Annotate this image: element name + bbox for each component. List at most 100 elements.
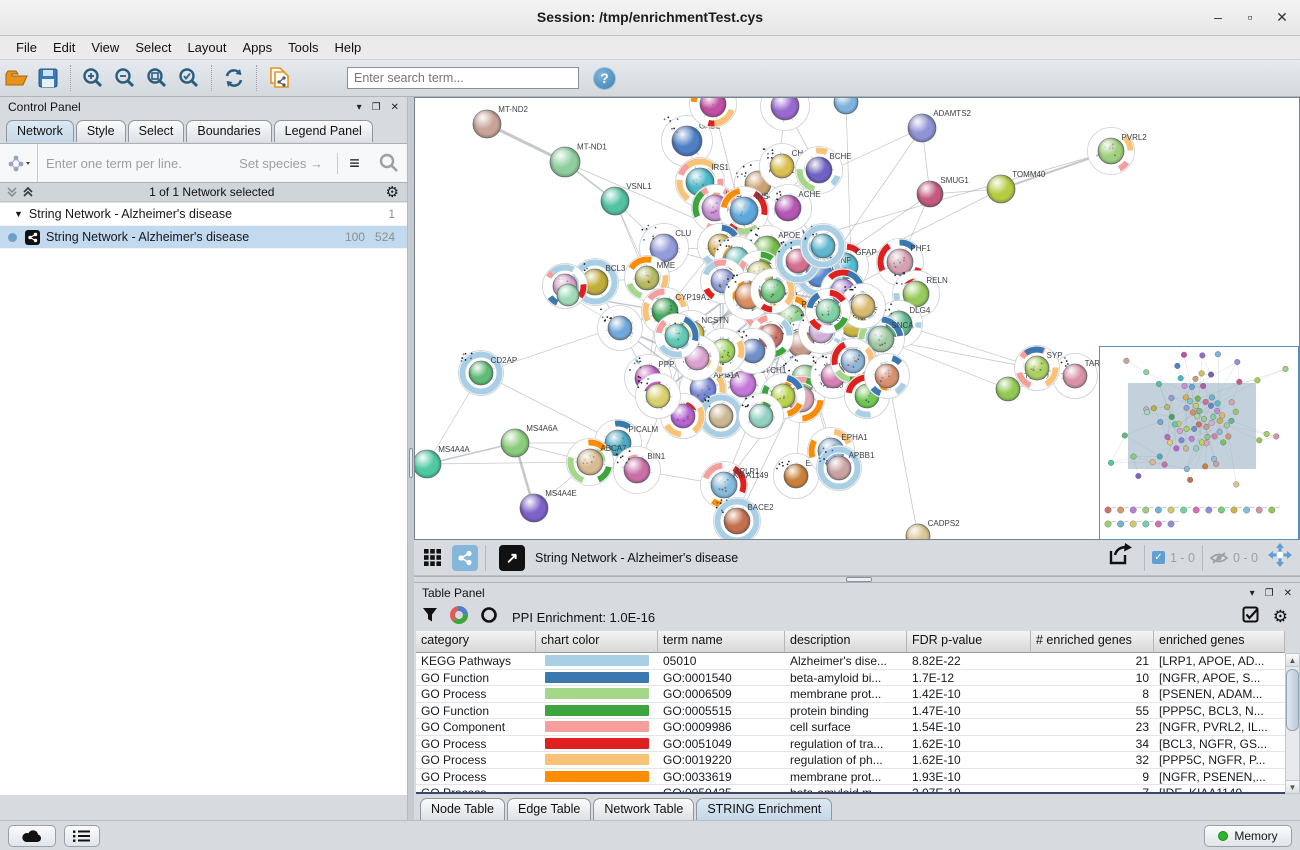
string-query-input[interactable]: Enter one term per line. Set species → <box>38 156 337 171</box>
expand-all-icon[interactable] <box>22 186 38 198</box>
network-node[interactable] <box>834 98 858 114</box>
draw-charts-button[interactable] <box>450 606 468 629</box>
task-history-button[interactable] <box>64 825 100 847</box>
network-node[interactable] <box>801 224 846 269</box>
tab-node-table[interactable]: Node Table <box>420 798 505 820</box>
minimap-viewport[interactable] <box>1128 383 1256 469</box>
horizontal-splitter-handle[interactable] <box>846 577 872 582</box>
filter-button[interactable] <box>422 607 438 628</box>
tab-legend-panel[interactable]: Legend Panel <box>274 120 373 142</box>
column-header[interactable]: term name <box>658 631 785 653</box>
table-row[interactable]: GO FunctionGO:0005515protein binding1.47… <box>416 703 1285 720</box>
save-session-button[interactable] <box>32 63 64 93</box>
select-all-button[interactable] <box>1242 606 1259 628</box>
network-node-tomm40[interactable]: TOMM40 <box>987 170 1046 203</box>
panel-float-icon[interactable]: ❐ <box>1265 588 1274 599</box>
network-row-selected[interactable]: String Network - Alzheimer's disease 100… <box>0 226 407 249</box>
panel-menu-icon[interactable]: ▾ <box>357 102 362 113</box>
refresh-button[interactable] <box>218 63 250 93</box>
help-button[interactable]: ? <box>593 67 616 90</box>
scroll-up-icon[interactable]: ▲ <box>1286 654 1299 667</box>
open-session-button[interactable] <box>0 63 32 93</box>
column-header[interactable]: description <box>785 631 907 653</box>
column-header[interactable]: FDR p-value <box>907 631 1031 653</box>
zoom-fit-button[interactable] <box>141 63 173 93</box>
column-header[interactable]: chart color <box>536 631 658 653</box>
string-search-button[interactable] <box>371 153 407 173</box>
network-options-gear-icon[interactable]: ⚙ <box>386 183 399 201</box>
scroll-down-icon[interactable]: ▼ <box>1286 780 1299 793</box>
menu-edit[interactable]: Edit <box>45 38 83 57</box>
grid-view-button[interactable] <box>420 545 446 571</box>
table-row[interactable]: GO ProcessGO:0006509membrane prot...1.42… <box>416 686 1285 703</box>
navigator-toggle-button[interactable] <box>1268 543 1292 572</box>
network-node-ache[interactable]: ACHE <box>765 185 821 232</box>
network-node-ms4a4a[interactable]: MS4A4A <box>415 445 470 478</box>
network-node[interactable] <box>701 329 746 374</box>
table-row[interactable]: GO ProcessGO:0050435beta-amyloid m...2.0… <box>416 785 1285 794</box>
table-row[interactable]: KEGG Pathways05010Alzheimer's dise...8.8… <box>416 653 1285 670</box>
network-collection-row[interactable]: ▼ String Network - Alzheimer's disease 1 <box>0 203 407 226</box>
network-node-vsnl1[interactable]: VSNL1 <box>601 182 652 215</box>
network-node[interactable] <box>557 284 579 306</box>
tab-edge-table[interactable]: Edge Table <box>507 798 591 820</box>
panel-float-icon[interactable]: ❐ <box>372 102 381 113</box>
panel-close-icon[interactable]: ✕ <box>1284 588 1292 599</box>
table-row[interactable]: GO ComponentGO:0009986cell surface1.54E-… <box>416 719 1285 736</box>
tree-expander-icon[interactable]: ▼ <box>14 209 23 219</box>
menu-select[interactable]: Select <box>127 38 179 57</box>
string-options-button[interactable]: ≡ <box>337 153 371 174</box>
network-share-button[interactable] <box>452 545 478 571</box>
network-node[interactable] <box>739 394 784 439</box>
clone-network-button[interactable] <box>263 63 295 93</box>
zoom-in-button[interactable] <box>77 63 109 93</box>
tab-select[interactable]: Select <box>128 120 185 142</box>
tab-network[interactable]: Network <box>6 120 74 142</box>
enrichment-settings-gear-icon[interactable]: ⚙ <box>1273 607 1288 627</box>
table-row[interactable]: GO ProcessGO:0033619membrane prot...1.93… <box>416 769 1285 786</box>
network-node[interactable] <box>636 374 681 419</box>
network-node[interactable] <box>761 98 810 131</box>
reset-charts-button[interactable] <box>480 606 498 629</box>
network-node-pvrl2[interactable]: PVRL2 <box>1088 128 1148 175</box>
network-node-adamts2[interactable]: ADAMTS2 <box>908 109 972 142</box>
column-header[interactable]: # enriched genes <box>1031 631 1154 653</box>
memory-button[interactable]: Memory <box>1204 825 1292 847</box>
vertical-splitter-handle[interactable] <box>409 448 413 478</box>
menu-layout[interactable]: Layout <box>179 38 234 57</box>
tab-boundaries[interactable]: Boundaries <box>186 120 271 142</box>
tab-string-enrichment[interactable]: STRING Enrichment <box>696 798 832 820</box>
menu-tools[interactable]: Tools <box>280 38 326 57</box>
network-node[interactable] <box>655 314 700 359</box>
string-source-selector[interactable] <box>0 144 38 182</box>
close-button[interactable]: ✕ <box>1272 9 1292 26</box>
network-node[interactable] <box>865 354 910 399</box>
table-row[interactable]: GO ProcessGO:0019220regulation of ph...1… <box>416 752 1285 769</box>
menu-help[interactable]: Help <box>327 38 370 57</box>
network-node[interactable] <box>806 289 851 334</box>
network-node-mt-nd2[interactable]: MT-ND2 <box>473 105 529 138</box>
table-row[interactable]: GO ProcessGO:0051049regulation of tra...… <box>416 736 1285 753</box>
birds-eye-view[interactable] <box>1099 346 1299 540</box>
network-node[interactable] <box>598 306 643 351</box>
enrichment-table[interactable]: categorychart colorterm namedescriptionF… <box>416 631 1285 794</box>
network-node-bace2[interactable]: BACE2 <box>714 498 775 540</box>
column-header[interactable]: category <box>416 631 536 653</box>
tab-style[interactable]: Style <box>76 120 126 142</box>
menu-view[interactable]: View <box>83 38 127 57</box>
maximize-button[interactable]: ▫ <box>1240 9 1260 25</box>
panel-close-icon[interactable]: ✕ <box>391 102 399 113</box>
network-node-cd2ap[interactable]: CD2AP <box>459 351 518 396</box>
export-network-button[interactable] <box>1107 543 1133 572</box>
minimize-button[interactable]: – <box>1208 9 1228 25</box>
species-hint[interactable]: Set species → <box>239 156 323 171</box>
scrollbar-thumb[interactable] <box>1286 669 1299 731</box>
network-node-cadps2[interactable]: CADPS2 <box>906 519 960 539</box>
zoom-selected-button[interactable] <box>173 63 205 93</box>
menu-apps[interactable]: Apps <box>235 38 281 57</box>
cloud-tasks-button[interactable] <box>8 825 56 847</box>
panel-menu-icon[interactable]: ▾ <box>1250 588 1255 599</box>
network-node-bin1[interactable]: BIN1 <box>614 447 666 494</box>
open-in-string-button[interactable]: ↗ <box>499 545 525 571</box>
collapse-all-icon[interactable] <box>6 186 22 198</box>
